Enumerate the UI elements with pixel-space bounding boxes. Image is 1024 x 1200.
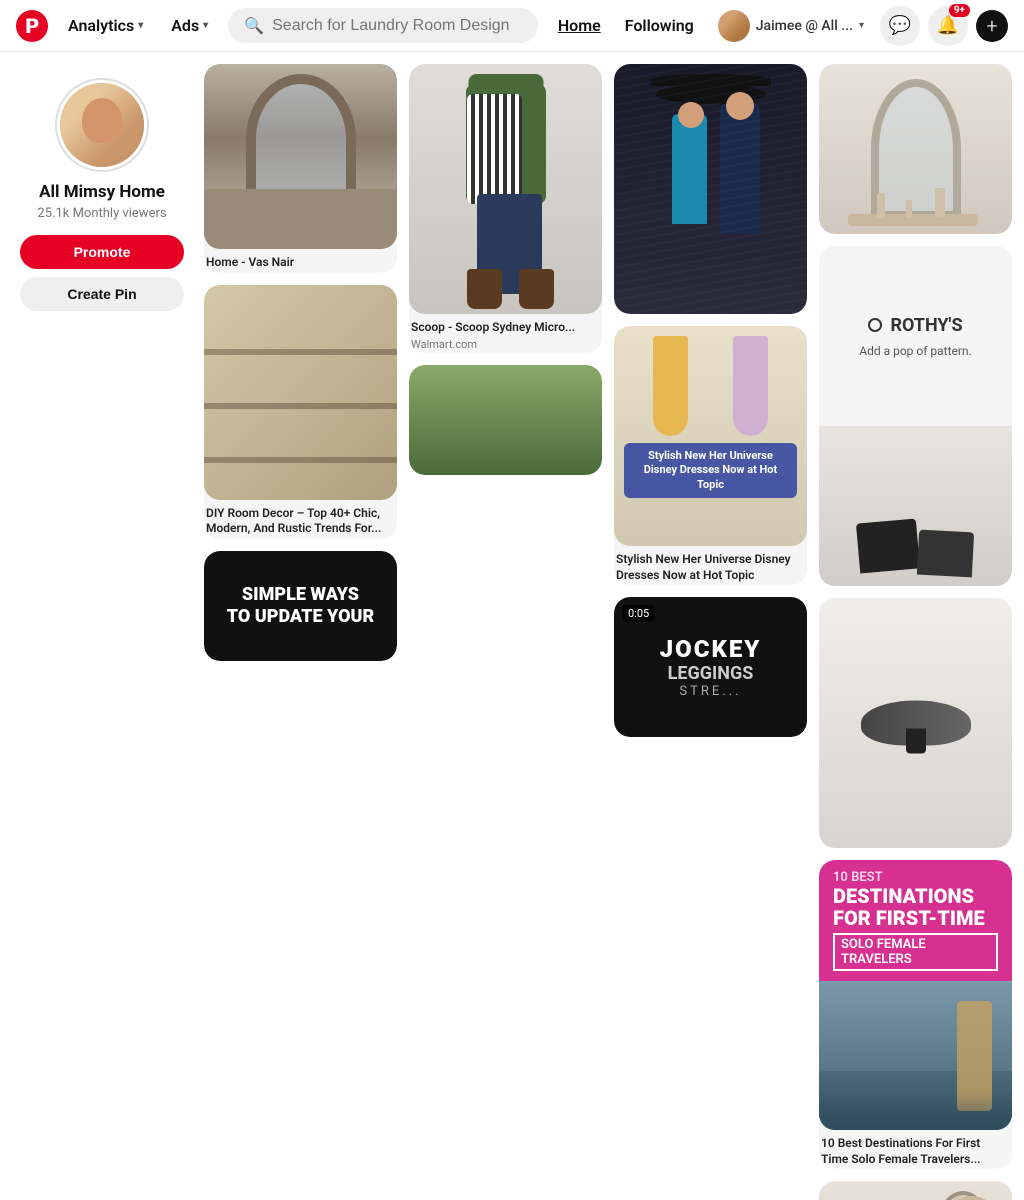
pin-disney-overlay: Stylish New Her Universe Disney Dresses … bbox=[624, 443, 797, 498]
pins-column-5: 10 Best DESTINATIONSFOR FIRST-TIME SOLO … bbox=[819, 860, 1012, 1200]
messages-button[interactable]: 💬 bbox=[880, 6, 920, 46]
pin-shelf-image bbox=[204, 285, 397, 500]
rothys-tagline: Add a pop of pattern. bbox=[859, 344, 971, 358]
pin-outfit[interactable]: Scoop - Scoop Sydney Micro... Walmart.co… bbox=[409, 64, 602, 353]
user-chevron-icon: ▾ bbox=[859, 20, 864, 31]
pins-column-3: Scoop - Scoop Sydney Micro... Walmart.co… bbox=[409, 64, 602, 475]
avatar bbox=[718, 10, 750, 42]
pins-column-2: Home - Vas Nair DIY Room Decor – Top 40+… bbox=[204, 64, 397, 661]
pin-couple[interactable] bbox=[614, 64, 807, 314]
notifications-button[interactable]: 🔔 9+ bbox=[928, 6, 968, 46]
analytics-label: Analytics bbox=[68, 16, 134, 35]
profile-viewers: 25.1k Monthly viewers bbox=[37, 206, 166, 221]
search-input[interactable] bbox=[272, 17, 522, 35]
jockey-text: JOCKEY LEGGINGS STRE... bbox=[660, 635, 762, 699]
ads-chevron-icon: ▾ bbox=[203, 20, 208, 31]
analytics-chevron-icon: ▾ bbox=[138, 20, 143, 31]
pin-nature-image bbox=[409, 365, 602, 475]
create-pin-button[interactable]: Create Pin bbox=[20, 277, 184, 311]
search-bar[interactable]: 🔍 bbox=[228, 8, 538, 43]
ads-label: Ads bbox=[171, 16, 199, 35]
pin-shelf-title: DIY Room Decor – Top 40+ Chic, Modern, A… bbox=[206, 506, 395, 537]
rothys-logo: ROTHY'S bbox=[868, 315, 962, 336]
pin-nature[interactable] bbox=[409, 365, 602, 475]
analytics-nav[interactable]: Analytics ▾ bbox=[60, 10, 151, 41]
pin-travel-image: 10 Best DESTINATIONSFOR FIRST-TIME SOLO … bbox=[819, 860, 1012, 1130]
pin-living-room-title: Home - Vas Nair bbox=[206, 255, 395, 271]
pin-flatshoes-image bbox=[819, 598, 1012, 848]
add-button[interactable]: + bbox=[976, 10, 1008, 42]
rothys-shoe-image bbox=[819, 426, 1012, 586]
pin-disney-title: Stylish New Her Universe Disney Dresses … bbox=[616, 552, 805, 583]
home-link[interactable]: Home bbox=[550, 10, 609, 41]
pin-disney[interactable]: Stylish New Her Universe Disney Dresses … bbox=[614, 326, 807, 585]
ads-nav[interactable]: Ads ▾ bbox=[163, 10, 216, 41]
pin-couple-image bbox=[614, 64, 807, 314]
travel-header: 10 Best DESTINATIONSFOR FIRST-TIME SOLO … bbox=[819, 860, 1012, 981]
pin-entryway-image bbox=[819, 1181, 1012, 1200]
pin-outfit-title: Scoop - Scoop Sydney Micro... bbox=[411, 320, 600, 336]
pin-jockey-image: 0:05 JOCKEY LEGGINGS STRE... bbox=[614, 597, 807, 737]
pin-simple-ways[interactable]: Simple WaysTo Update Your bbox=[204, 551, 397, 661]
pin-travel-title: 10 Best Destinations For First Time Solo… bbox=[821, 1136, 1010, 1167]
video-duration-badge: 0:05 bbox=[622, 605, 655, 622]
travel-small-text: 10 Best bbox=[833, 870, 998, 885]
pin-flatshoes[interactable] bbox=[819, 598, 1012, 848]
pin-disney-image: Stylish New Her Universe Disney Dresses … bbox=[614, 326, 807, 546]
travel-big-text: DESTINATIONSFOR FIRST-TIME bbox=[833, 885, 998, 929]
pin-living-room-image bbox=[204, 64, 397, 249]
promote-button[interactable]: Promote bbox=[20, 235, 184, 269]
pin-simple-text: Simple WaysTo Update Your bbox=[227, 584, 374, 627]
pins-column-center: Stylish New Her Universe Disney Dresses … bbox=[614, 64, 807, 737]
header-right: Home Following Jaimee @ All ... ▾ 💬 🔔 9+… bbox=[550, 6, 1008, 46]
following-link[interactable]: Following bbox=[617, 10, 702, 41]
pins-layout: All Mimsy Home 25.1k Monthly viewers Pro… bbox=[0, 64, 1024, 1200]
notification-badge: 9+ bbox=[949, 4, 970, 17]
pin-entryway[interactable]: Entryway Decor & Design Ideas bbox=[819, 1181, 1012, 1200]
pin-shelf-room[interactable]: DIY Room Decor – Top 40+ Chic, Modern, A… bbox=[204, 285, 397, 539]
pin-outfit-source: Walmart.com bbox=[411, 338, 600, 351]
pinterest-logo[interactable]: 𝗣 bbox=[16, 10, 48, 42]
pin-rothys[interactable]: ROTHY'S Add a pop of pattern. bbox=[819, 246, 1012, 586]
pin-living-room[interactable]: Home - Vas Nair bbox=[204, 64, 397, 273]
travel-sub-text: SOLO FEMALE TRAVELERS bbox=[833, 933, 998, 971]
pin-simple-image: Simple WaysTo Update Your bbox=[204, 551, 397, 661]
pin-arch-image bbox=[819, 64, 1012, 234]
profile-name: All Mimsy Home bbox=[39, 182, 165, 202]
pin-arch[interactable] bbox=[819, 64, 1012, 234]
rothys-brand-section: ROTHY'S Add a pop of pattern. bbox=[819, 246, 1012, 426]
header: 𝗣 Analytics ▾ Ads ▾ 🔍 Home Following Jai… bbox=[0, 0, 1024, 52]
search-icon: 🔍 bbox=[244, 16, 264, 35]
travel-landscape-image bbox=[819, 981, 1012, 1130]
profile-column: All Mimsy Home 25.1k Monthly viewers Pro… bbox=[12, 64, 192, 327]
profile-avatar bbox=[57, 80, 147, 170]
pins-column-4: ROTHY'S Add a pop of pattern. bbox=[819, 64, 1012, 848]
user-menu[interactable]: Jaimee @ All ... ▾ bbox=[710, 6, 872, 46]
username: Jaimee @ All ... bbox=[756, 18, 853, 34]
pin-travel[interactable]: 10 Best DESTINATIONSFOR FIRST-TIME SOLO … bbox=[819, 860, 1012, 1169]
pin-outfit-image bbox=[409, 64, 602, 314]
profile-card: All Mimsy Home 25.1k Monthly viewers Pro… bbox=[12, 64, 192, 327]
pin-jockey[interactable]: 0:05 JOCKEY LEGGINGS STRE... bbox=[614, 597, 807, 737]
